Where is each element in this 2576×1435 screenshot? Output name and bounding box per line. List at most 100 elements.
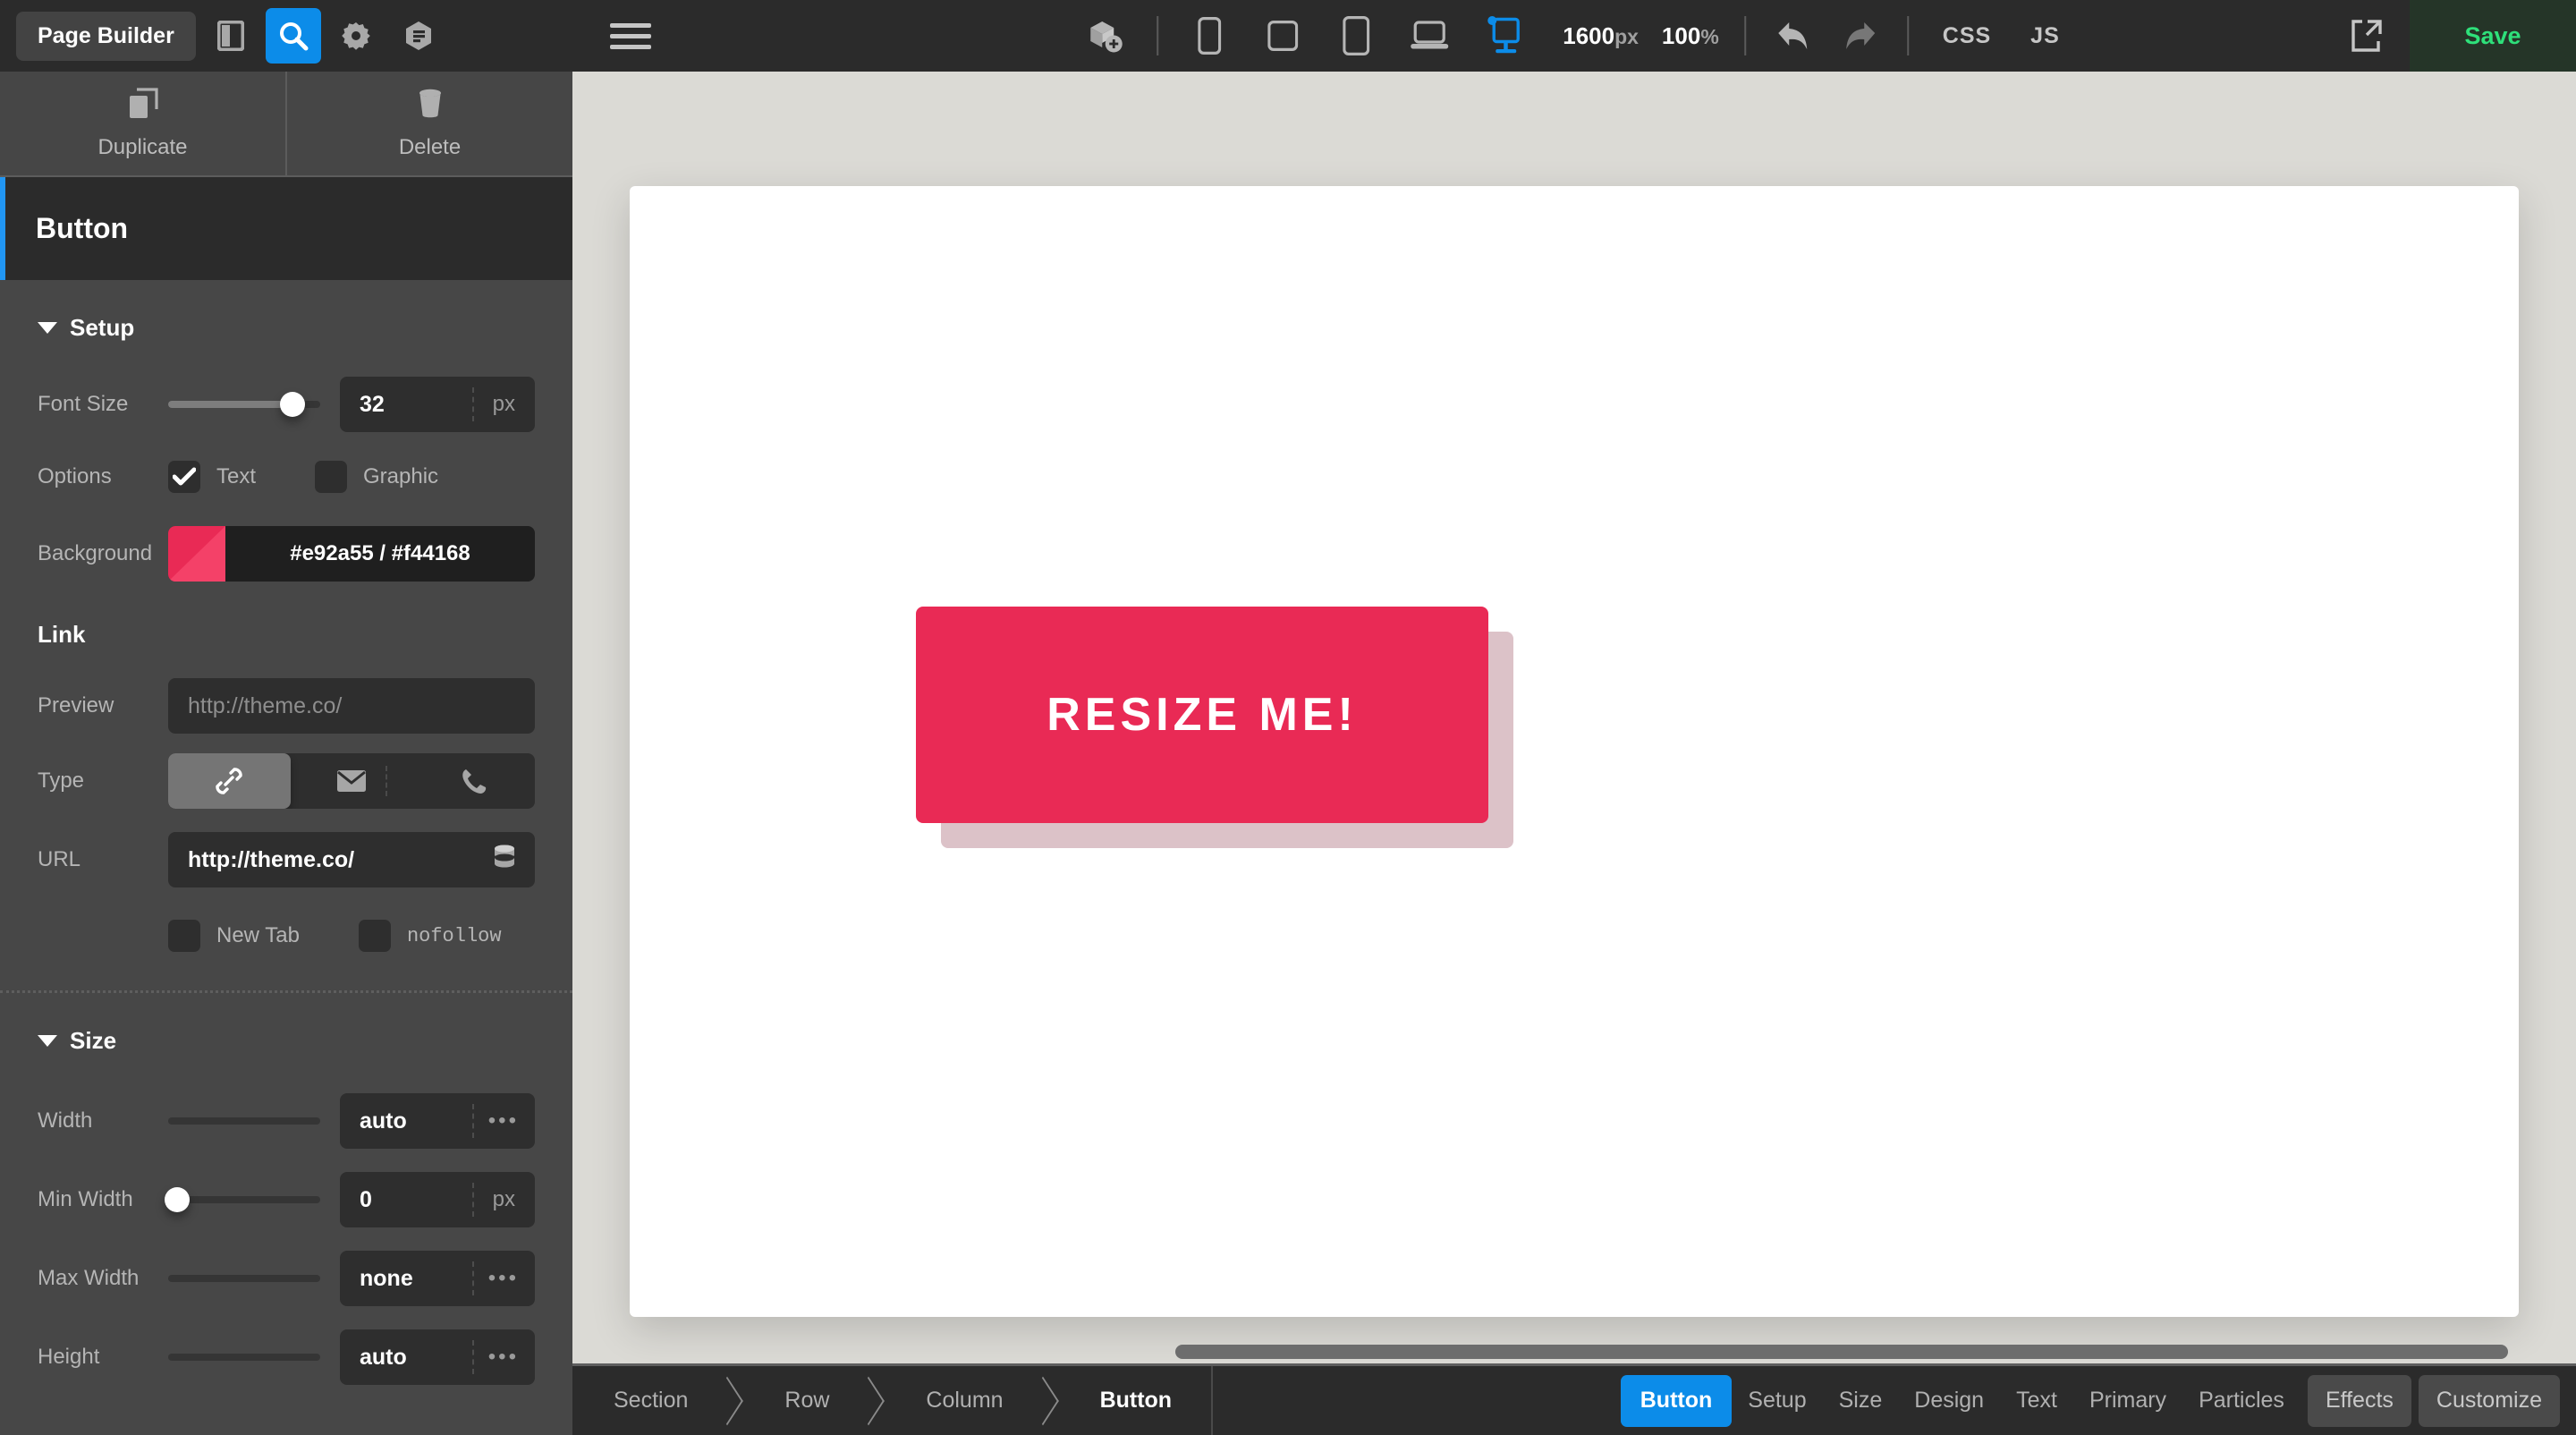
device-mobile-square-icon[interactable]: [1246, 0, 1319, 72]
tab-effects[interactable]: Effects: [2308, 1375, 2411, 1427]
color-swatch[interactable]: [168, 526, 225, 582]
size-section-title[interactable]: Size: [0, 993, 572, 1082]
breadcrumb-item-button[interactable]: Button: [1064, 1366, 1203, 1435]
input-divider: [472, 1183, 474, 1217]
add-module-icon[interactable]: [1069, 0, 1142, 72]
font-size-value: 32: [340, 392, 385, 418]
link-type-url-option[interactable]: [168, 753, 291, 809]
height-label: Height: [38, 1345, 168, 1370]
new-tab-checkbox[interactable]: [168, 920, 200, 952]
sidebar-panel-icon[interactable]: [203, 8, 258, 64]
breadcrumb-item-row[interactable]: Row: [749, 1366, 860, 1435]
nofollow-checkbox[interactable]: [359, 920, 391, 952]
viewport-width-value: 1600: [1563, 22, 1614, 49]
option-graphic-checkbox[interactable]: [315, 461, 347, 493]
chevron-down-icon: [38, 1035, 57, 1047]
max-width-label: Max Width: [38, 1266, 168, 1291]
font-size-input[interactable]: 32 px: [340, 377, 535, 432]
device-tablet-portrait-icon[interactable]: [1319, 0, 1393, 72]
breadcrumb-chevron-icon: [1034, 1366, 1064, 1435]
toolbar-divider-2: [1744, 16, 1746, 55]
input-divider: [472, 1261, 474, 1295]
option-text-checkbox[interactable]: [168, 461, 200, 493]
setup-section-title[interactable]: Setup: [0, 280, 572, 369]
option-graphic-group[interactable]: Graphic: [315, 461, 438, 493]
tab-button[interactable]: Button: [1621, 1375, 1733, 1427]
element-actions-row: Duplicate Delete: [0, 72, 572, 177]
tab-design[interactable]: Design: [1898, 1377, 2000, 1425]
tab-size[interactable]: Size: [1823, 1377, 1899, 1425]
input-divider: [472, 1104, 474, 1138]
height-row: Height auto •••: [0, 1318, 572, 1397]
max-width-input[interactable]: none •••: [340, 1251, 535, 1306]
min-width-unit: px: [493, 1187, 515, 1212]
resize-me-button[interactable]: RESIZE ME!: [916, 607, 1488, 823]
font-size-row: Font Size 32 px: [0, 369, 572, 440]
toolbar-left-group: Page Builder: [0, 0, 572, 72]
gear-icon[interactable]: [328, 8, 384, 64]
layers-icon[interactable]: [391, 8, 446, 64]
height-options-icon[interactable]: •••: [488, 1345, 519, 1370]
min-width-input[interactable]: 0 px: [340, 1172, 535, 1227]
height-input[interactable]: auto •••: [340, 1329, 535, 1385]
breadcrumb-item-section[interactable]: Section: [572, 1366, 718, 1435]
url-input[interactable]: http://theme.co/: [168, 832, 535, 887]
device-mobile-portrait-icon[interactable]: [1173, 0, 1246, 72]
link-type-email-option[interactable]: [291, 753, 413, 809]
max-width-slider[interactable]: [168, 1243, 320, 1314]
nofollow-group[interactable]: nofollow: [359, 920, 502, 952]
input-divider: [472, 1340, 474, 1374]
segment-divider: [386, 766, 387, 796]
width-slider[interactable]: [168, 1085, 320, 1157]
font-size-slider[interactable]: [168, 369, 320, 440]
slider-thumb[interactable]: [165, 1187, 190, 1212]
element-settings-panel: Duplicate Delete Button Setup Font Size: [0, 72, 572, 1435]
min-width-slider[interactable]: [168, 1164, 320, 1235]
search-icon[interactable]: [266, 8, 321, 64]
link-type-segmented-control: [168, 753, 535, 809]
js-button[interactable]: JS: [2011, 23, 2080, 49]
breadcrumb-item-column[interactable]: Column: [890, 1366, 1033, 1435]
url-value: http://theme.co/: [188, 847, 354, 873]
device-desktop-icon[interactable]: [1466, 0, 1539, 72]
css-button[interactable]: CSS: [1923, 23, 2011, 49]
height-value: auto: [340, 1345, 407, 1371]
save-button[interactable]: Save: [2410, 0, 2576, 72]
tab-text[interactable]: Text: [2000, 1377, 2073, 1425]
hamburger-icon[interactable]: [610, 23, 651, 49]
canvas-horizontal-scrollbar[interactable]: [572, 1346, 2576, 1363]
slider-track: [168, 1354, 320, 1361]
width-label: Width: [38, 1108, 168, 1134]
app-title-chip[interactable]: Page Builder: [16, 12, 196, 61]
link-type-phone-option[interactable]: [412, 753, 535, 809]
tab-particles[interactable]: Particles: [2182, 1377, 2301, 1425]
width-input[interactable]: auto •••: [340, 1093, 535, 1149]
scrollbar-thumb[interactable]: [1175, 1345, 2508, 1359]
preview-input[interactable]: http://theme.co/: [168, 678, 535, 734]
viewport-width-label: 1600px: [1563, 22, 1639, 50]
external-link-icon[interactable]: [2324, 0, 2410, 72]
height-slider[interactable]: [168, 1321, 320, 1393]
preview-page[interactable]: RESIZE ME!: [630, 186, 2519, 1317]
tab-setup[interactable]: Setup: [1732, 1377, 1822, 1425]
preview-canvas[interactable]: RESIZE ME!: [572, 72, 2576, 1363]
max-width-row: Max Width none •••: [0, 1239, 572, 1318]
max-width-value: none: [340, 1266, 413, 1292]
background-color-field[interactable]: #e92a55 / #f44168: [168, 526, 535, 582]
duplicate-button[interactable]: Duplicate: [0, 72, 285, 175]
delete-button[interactable]: Delete: [285, 72, 572, 175]
breadcrumb-chevron-icon: [718, 1366, 749, 1435]
device-laptop-icon[interactable]: [1393, 0, 1466, 72]
new-tab-group[interactable]: New Tab: [168, 920, 300, 952]
tab-primary[interactable]: Primary: [2073, 1377, 2182, 1425]
redo-arrow-icon[interactable]: [1826, 0, 1893, 72]
database-icon[interactable]: [492, 845, 517, 876]
max-width-options-icon[interactable]: •••: [488, 1266, 519, 1291]
slider-track: [168, 1117, 320, 1125]
option-text-group[interactable]: Text: [168, 461, 256, 493]
width-options-icon[interactable]: •••: [488, 1108, 519, 1134]
undo-arrow-icon[interactable]: [1760, 0, 1826, 72]
tab-customize[interactable]: Customize: [2419, 1375, 2560, 1427]
slider-thumb[interactable]: [280, 392, 305, 417]
toolbar-far-right-group: Save: [2324, 0, 2576, 72]
